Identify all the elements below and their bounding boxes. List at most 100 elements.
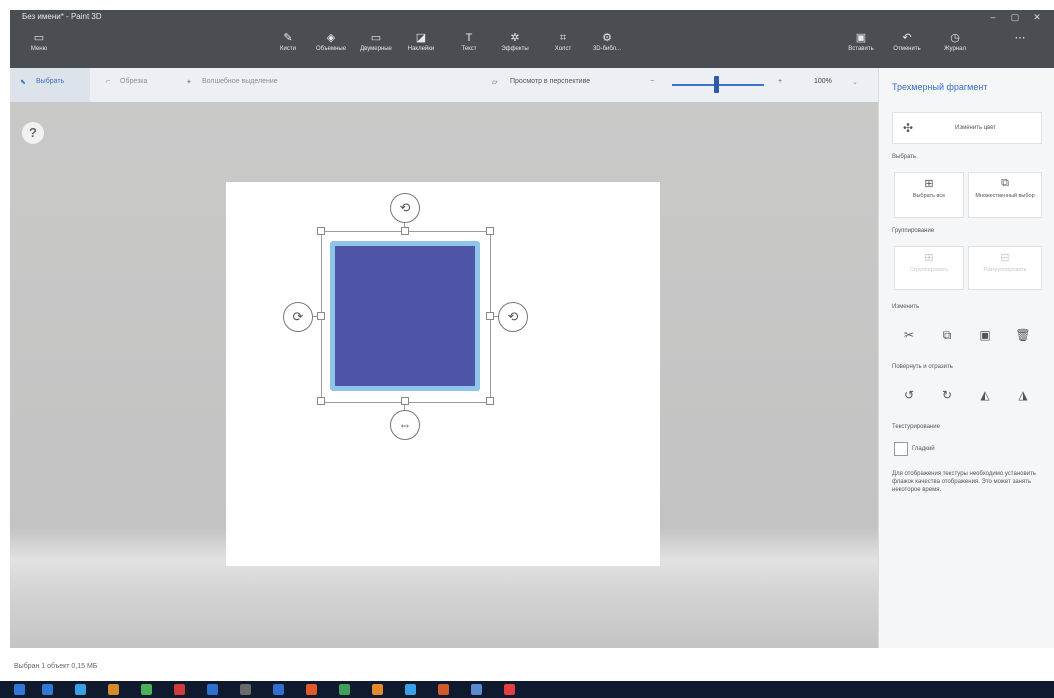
depth-icon: ⇔	[398, 417, 412, 432]
paste-icon: ▣	[855, 32, 867, 44]
taskbar-app-icon[interactable]	[207, 684, 218, 695]
tool-brushes[interactable]: ✎ Кисти	[265, 32, 311, 64]
rotate-y-handle[interactable]: ⟲	[498, 302, 528, 332]
tool-effects[interactable]: ✲ Эффекты	[492, 32, 538, 64]
status-bar	[0, 655, 1054, 681]
zoom-dropdown-icon[interactable]: ⌄	[852, 78, 858, 86]
delete-icon[interactable]: 🗑	[1012, 324, 1034, 346]
taskbar-app-icon[interactable]	[438, 684, 449, 695]
zoom-value: 100%	[814, 78, 832, 85]
more-button[interactable]: ⋯	[1000, 32, 1040, 64]
taskbar-app-icon[interactable]	[42, 684, 53, 695]
rotate-right-icon[interactable]: ↻	[936, 384, 958, 406]
shapes-3d-icon: ◈	[326, 32, 336, 44]
zoom-slider-thumb[interactable]	[714, 76, 719, 93]
taskbar-app-icon[interactable]	[174, 684, 185, 695]
select-all-button[interactable]: ⊞ Выбрать все	[894, 172, 964, 218]
taskbar-app-icon[interactable]	[405, 684, 416, 695]
maximize-button[interactable]: ▢	[1004, 10, 1026, 24]
perspective-icon: ▱	[492, 79, 498, 86]
rotate-z-handle[interactable]: ⟳	[283, 302, 313, 332]
taskbar-app-icon[interactable]	[471, 684, 482, 695]
3d-shape[interactable]	[335, 246, 475, 386]
select-icon: ⬉	[20, 79, 26, 86]
resize-handle[interactable]	[317, 397, 325, 405]
tool-canvas[interactable]: ⌗ Холст	[540, 32, 586, 64]
multi-select-icon: ⧉	[1001, 177, 1009, 189]
taskbar	[0, 681, 1054, 698]
paste-button[interactable]: ▣ Вставить	[838, 32, 884, 64]
taskbar-app-icon[interactable]	[273, 684, 284, 695]
ungroup-icon: ⊟	[1000, 252, 1010, 264]
undo-icon: ↶	[902, 32, 912, 44]
rotate-left-icon[interactable]: ↺	[898, 384, 920, 406]
menu-button[interactable]: ▭ Меню	[16, 32, 62, 64]
tool-stickers[interactable]: ◪ Наклейки	[398, 32, 444, 64]
more-icon: ⋯	[1014, 32, 1026, 44]
tool-3d-shapes[interactable]: ◈ Объемные	[308, 32, 354, 64]
taskbar-app-icon[interactable]	[108, 684, 119, 695]
taskbar-app-icon[interactable]	[141, 684, 152, 695]
flip-vertical-icon[interactable]: ◭	[974, 384, 996, 406]
crop-icon: ⌐	[106, 78, 111, 85]
tool-text[interactable]: T Текст	[446, 32, 492, 64]
undo-button[interactable]: ↶ Отменить	[884, 32, 930, 64]
resize-handle[interactable]	[486, 227, 494, 235]
resize-handle[interactable]	[401, 397, 409, 405]
taskbar-app-icon[interactable]	[372, 684, 383, 695]
zoom-in-button[interactable]: +	[778, 78, 782, 85]
brushes-icon: ✎	[283, 32, 293, 44]
multi-select-button[interactable]: ⧉ Множественный выбор	[968, 172, 1042, 218]
depth-handle[interactable]: ⇔	[390, 410, 420, 440]
resize-handle[interactable]	[486, 312, 494, 320]
zoom-out-button[interactable]: −	[650, 78, 654, 85]
group-icon: ⊞	[924, 252, 934, 264]
start-button[interactable]	[14, 684, 25, 695]
shapes-2d-icon: ▭	[370, 32, 382, 44]
stickers-icon: ◪	[415, 32, 427, 44]
taskbar-app-icon[interactable]	[240, 684, 251, 695]
canvas-icon: ⌗	[559, 32, 567, 44]
select-all-icon: ⊞	[924, 178, 934, 190]
palette-icon: ✣	[902, 121, 914, 135]
resize-handle[interactable]	[317, 227, 325, 235]
minimize-button[interactable]: –	[982, 10, 1004, 24]
group-heading: Группирование	[892, 228, 935, 234]
taskbar-app-icon[interactable]	[339, 684, 350, 695]
rotate-x-icon: ⟲	[399, 200, 411, 215]
window-title: Без имени* - Paint 3D	[22, 12, 102, 21]
texture-description: Для отображения текстуры необходимо уста…	[892, 471, 1036, 493]
text-icon: T	[465, 32, 473, 44]
select-heading: Выбрать	[892, 154, 917, 160]
magic-select-icon: ✦	[186, 79, 192, 86]
cut-icon[interactable]: ✂	[898, 324, 920, 346]
help-button[interactable]: ?	[22, 122, 44, 144]
group-button[interactable]: ⊞ Сгруппировать	[894, 246, 964, 290]
ungroup-button[interactable]: ⊟ Разгруппировать	[968, 246, 1042, 290]
smooth-checkbox[interactable]	[894, 442, 908, 456]
status-text: Выбран 1 объект 0,15 МБ	[14, 663, 98, 670]
close-button[interactable]: ✕	[1026, 10, 1048, 24]
select-button[interactable]: ⬉ Выбрать	[10, 68, 90, 102]
flip-horizontal-icon[interactable]: ◮	[1012, 384, 1034, 406]
taskbar-app-icon[interactable]	[75, 684, 86, 695]
history-button[interactable]: ◷ Журнал	[932, 32, 978, 64]
menu-icon: ▭	[33, 32, 45, 44]
resize-handle[interactable]	[317, 312, 325, 320]
copy-icon[interactable]: ⧉	[936, 324, 958, 346]
tool-2d-shapes[interactable]: ▭ Двумерные	[353, 32, 399, 64]
rotate-x-handle[interactable]: ⟲	[390, 193, 420, 223]
texture-heading: Текстурирование	[892, 424, 940, 430]
tool-3d-library[interactable]: ⚙ 3D-библ...	[584, 32, 630, 64]
taskbar-app-icon[interactable]	[504, 684, 515, 695]
effects-icon: ✲	[510, 32, 520, 44]
resize-handle[interactable]	[486, 397, 494, 405]
rotate-z-icon: ⟳	[292, 309, 304, 324]
resize-handle[interactable]	[401, 227, 409, 235]
taskbar-app-icon[interactable]	[306, 684, 317, 695]
paste-icon[interactable]: ▣	[974, 324, 996, 346]
library-icon: ⚙	[602, 32, 612, 44]
panel-title: Трехмерный фрагмент	[892, 82, 988, 92]
rotate-heading: Повернуть и отразить	[892, 364, 953, 370]
change-color-button[interactable]: ✣ Изменить цвет	[892, 112, 1042, 144]
